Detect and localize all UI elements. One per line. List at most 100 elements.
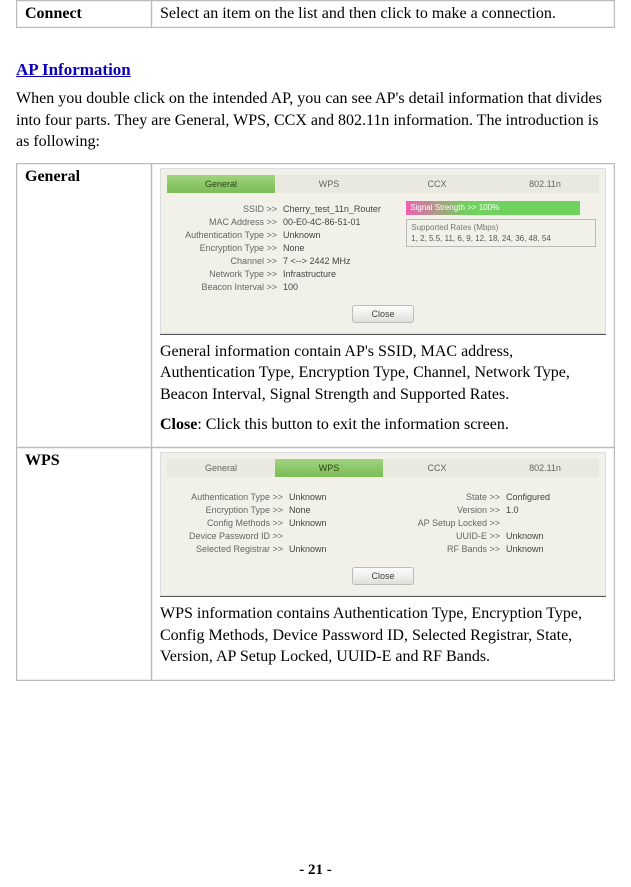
close-button[interactable]: Close (352, 305, 414, 323)
general-screenshot: General WPS CCX 802.11n SSID >>Cherry_te… (160, 168, 606, 335)
kv-wps-uuid: UUID-E >>Unknown (390, 531, 593, 541)
kv-val: Unknown (283, 230, 321, 240)
kv-key: Version >> (390, 505, 506, 515)
connect-desc-cell: Select an item on the list and then clic… (152, 1, 615, 28)
wps-desc-text: WPS information contains Authentication … (160, 603, 606, 668)
connect-desc: Select an item on the list and then clic… (160, 5, 556, 22)
tab-80211n[interactable]: 802.11n (491, 459, 599, 477)
connect-definition-table: Connect Select an item on the list and t… (16, 0, 615, 28)
tab-general[interactable]: General (167, 459, 275, 477)
kv-val: Configured (506, 492, 550, 502)
kv-val: Cherry_test_11n_Router (283, 204, 381, 214)
wps-label: WPS (25, 452, 60, 469)
kv-val: Unknown (506, 531, 544, 541)
kv-val: 100 (283, 282, 298, 292)
kv-val: 7 <--> 2442 MHz (283, 256, 351, 266)
kv-mac: MAC Address >>00-E0-4C-86-51-01 (167, 217, 398, 227)
general-label: General (25, 168, 80, 185)
tab-80211n[interactable]: 802.11n (491, 175, 599, 193)
kv-val: Unknown (289, 518, 327, 528)
kv-enc: Encryption Type >>None (167, 243, 398, 253)
close-term-desc: : Click this button to exit the informat… (197, 416, 509, 433)
kv-channel: Channel >>7 <--> 2442 MHz (167, 256, 398, 266)
kv-wps-config: Config Methods >>Unknown (173, 518, 376, 528)
connect-label-cell: Connect (17, 1, 152, 28)
kv-key: Selected Registrar >> (173, 544, 289, 554)
kv-key: UUID-E >> (390, 531, 506, 541)
kv-wps-state: State >>Configured (390, 492, 593, 502)
supported-rates-box: Supported Rates (Mbps) 1, 2, 5.5, 11, 6,… (406, 219, 596, 247)
kv-wps-dpid: Device Password ID >> (173, 531, 376, 541)
tab-wps[interactable]: WPS (275, 175, 383, 193)
kv-key: Config Methods >> (173, 518, 289, 528)
kv-wps-aplock: AP Setup Locked >> (390, 518, 593, 528)
wps-screenshot-inner: General WPS CCX 802.11n Authentication T… (160, 452, 606, 596)
table-row: General General WPS CCX 802.11n (17, 163, 615, 447)
general-close-line: Close: Click this button to exit the inf… (160, 414, 606, 436)
ap-info-table: General General WPS CCX 802.11n (16, 163, 615, 681)
wps-content-cell: General WPS CCX 802.11n Authentication T… (152, 448, 615, 681)
wps-description: WPS information contains Authentication … (160, 603, 606, 668)
kv-key: Encryption Type >> (173, 505, 289, 515)
kv-val: 00-E0-4C-86-51-01 (283, 217, 361, 227)
kv-wps-version: Version >>1.0 (390, 505, 593, 515)
section-title-ap-information: AP Information (16, 60, 615, 80)
kv-ssid: SSID >>Cherry_test_11n_Router (167, 204, 398, 214)
wps-right-col: State >>Configured Version >>1.0 AP Setu… (390, 489, 593, 557)
intro-paragraph: When you double click on the intended AP… (16, 88, 615, 153)
supported-rates-values: 1, 2, 5.5, 11, 6, 9, 12, 18, 24, 36, 48,… (411, 234, 591, 243)
table-row: Connect Select an item on the list and t… (17, 1, 615, 28)
kv-val: None (289, 505, 311, 515)
kv-network-type: Network Type >>Infrastructure (167, 269, 398, 279)
kv-val: Unknown (289, 544, 327, 554)
wps-columns: Authentication Type >>Unknown Encryption… (167, 485, 599, 557)
wps-left-col: Authentication Type >>Unknown Encryption… (173, 489, 376, 557)
close-button[interactable]: Close (352, 567, 414, 585)
page: Connect Select an item on the list and t… (0, 0, 631, 887)
tab-wps[interactable]: WPS (275, 459, 383, 477)
table-row: WPS General WPS CCX 802.11n Au (17, 448, 615, 681)
supported-rates-title: Supported Rates (Mbps) (411, 223, 591, 232)
kv-key: Beacon Interval >> (167, 282, 283, 292)
kv-key: Authentication Type >> (167, 230, 283, 240)
kv-key: Channel >> (167, 256, 283, 266)
close-term: Close (160, 416, 197, 433)
kv-wps-rfbands: RF Bands >>Unknown (390, 544, 593, 554)
kv-key: State >> (390, 492, 506, 502)
kv-beacon: Beacon Interval >>100 (167, 282, 398, 292)
kv-key: Device Password ID >> (173, 531, 289, 541)
kv-key: AP Setup Locked >> (390, 518, 506, 528)
connect-label: Connect (25, 5, 82, 22)
kv-val: Unknown (506, 544, 544, 554)
general-tabs: General WPS CCX 802.11n (167, 175, 599, 193)
tab-general[interactable]: General (167, 175, 275, 193)
wps-label-cell: WPS (17, 448, 152, 681)
tab-ccx[interactable]: CCX (383, 175, 491, 193)
general-right-col: Signal Strength >> 100% Supported Rates … (406, 201, 599, 295)
kv-key: Network Type >> (167, 269, 283, 279)
general-columns: SSID >>Cherry_test_11n_Router MAC Addres… (167, 201, 599, 295)
kv-val: Infrastructure (283, 269, 336, 279)
kv-val: None (283, 243, 305, 253)
kv-auth: Authentication Type >>Unknown (167, 230, 398, 240)
tab-ccx[interactable]: CCX (383, 459, 491, 477)
kv-wps-auth: Authentication Type >>Unknown (173, 492, 376, 502)
general-left-col: SSID >>Cherry_test_11n_Router MAC Addres… (167, 201, 398, 295)
kv-key: RF Bands >> (390, 544, 506, 554)
general-content-cell: General WPS CCX 802.11n SSID >>Cherry_te… (152, 163, 615, 447)
signal-strength-bar: Signal Strength >> 100% (406, 201, 580, 215)
wps-tabs: General WPS CCX 802.11n (167, 459, 599, 477)
kv-key: Authentication Type >> (173, 492, 289, 502)
kv-key: Encryption Type >> (167, 243, 283, 253)
kv-val: Unknown (289, 492, 327, 502)
general-desc-text: General information contain AP's SSID, M… (160, 341, 606, 406)
kv-wps-selreg: Selected Registrar >>Unknown (173, 544, 376, 554)
wps-screenshot: General WPS CCX 802.11n Authentication T… (160, 452, 606, 597)
general-screenshot-inner: General WPS CCX 802.11n SSID >>Cherry_te… (160, 168, 606, 334)
kv-wps-enc: Encryption Type >>None (173, 505, 376, 515)
kv-val: 1.0 (506, 505, 519, 515)
kv-key: SSID >> (167, 204, 283, 214)
kv-key: MAC Address >> (167, 217, 283, 227)
general-description: General information contain AP's SSID, M… (160, 341, 606, 435)
page-number: - 21 - (0, 862, 631, 879)
